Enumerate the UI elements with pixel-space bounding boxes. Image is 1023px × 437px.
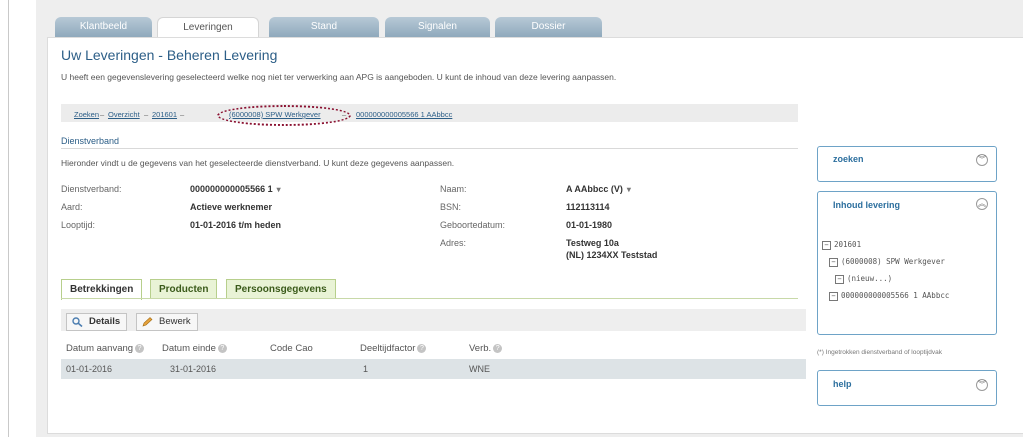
tab-dossier[interactable]: Dossier (495, 17, 602, 37)
column-header-label: Datum aanvang (66, 343, 134, 354)
expand-icon[interactable]: ︾ (976, 379, 988, 391)
section-description: Hieronder vindt u de gegevens van het ge… (61, 158, 455, 168)
section-divider (61, 148, 798, 149)
collapse-node-icon[interactable]: − (829, 291, 838, 301)
column-header-verb[interactable]: Verb.? (469, 343, 503, 354)
expand-icon[interactable]: ︾ (976, 154, 988, 166)
help-panel-title[interactable]: help (833, 379, 852, 389)
tab-betrekkingen[interactable]: Betrekkingen (61, 279, 143, 300)
tree-item-werkgever[interactable]: − (6000008) SPW Werkgever (829, 257, 945, 267)
tree-item-201601[interactable]: −201601 (822, 240, 861, 250)
breadcrumb-overzicht[interactable]: Overzicht (108, 110, 140, 119)
aard-value: Actieve werknemer (190, 202, 273, 212)
bewerk-button[interactable]: Bewerk (136, 313, 198, 331)
naam-value[interactable]: A AAbbcc (V) ▾ (566, 184, 631, 194)
breadcrumb-201601[interactable]: 201601 (152, 110, 177, 119)
collapse-icon[interactable]: ︽ (976, 198, 988, 210)
bsn-value: 112113114 (566, 202, 610, 212)
details-button-label: Details (89, 316, 121, 327)
geboortedatum-label: Geboortedatum: (440, 220, 506, 230)
geboortedatum-value: 01-01-1980 (566, 220, 613, 230)
section-title: Dienstverband (61, 136, 120, 146)
highlight-oval (217, 105, 351, 126)
naam-label: Naam: (440, 184, 467, 194)
dienstverband-label: Dienstverband: (61, 184, 122, 194)
tab-producten[interactable]: Producten (150, 279, 218, 299)
inhoud-levering-title[interactable]: Inhoud levering (833, 200, 900, 210)
adres-label: Adres: (440, 238, 467, 248)
breadcrumb-dienstverband[interactable]: 000000000005566 1 AAbbcc (356, 110, 452, 119)
column-header-label: Verb. (469, 343, 492, 354)
chevron-down-icon[interactable]: ▾ (277, 185, 281, 194)
bsn-label: BSN: (440, 202, 462, 212)
looptijd-value: 01-01-2016 t/m heden (190, 220, 282, 230)
tree-item-dienstverband[interactable]: −000000000005566 1 AAbbcc (829, 291, 949, 301)
dienstverband-value[interactable]: 000000000005566 1 ▾ (190, 184, 281, 194)
cell-datum-einde: 31-01-2016 (170, 364, 217, 374)
column-header-code-cao[interactable]: Code Cao (270, 343, 313, 354)
magnifier-icon (72, 317, 83, 327)
breadcrumb-zoeken[interactable]: Zoeken (74, 110, 99, 119)
column-header-label: Datum einde (162, 343, 216, 354)
tree-item-label: (nieuw...) (847, 274, 893, 283)
column-header-deeltijdfactor[interactable]: Deeltijdfactor? (360, 343, 427, 354)
adres-line1: Testweg 10a (566, 238, 619, 248)
tab-stand[interactable]: Stand (269, 17, 379, 37)
details-button[interactable]: Details (66, 313, 128, 331)
breadcrumb-separator: – (180, 110, 185, 119)
tab-persoonsgegevens[interactable]: Persoonsgegevens (226, 279, 336, 299)
collapse-node-icon[interactable]: − (822, 240, 831, 250)
pencil-icon (142, 317, 153, 327)
column-header-label: Deeltijdfactor (360, 343, 416, 354)
column-header-datum-aanvang[interactable]: Datum aanvang? (66, 343, 145, 354)
page-title: Uw Leveringen - Beheren Levering (61, 47, 278, 63)
help-icon[interactable]: ? (493, 343, 503, 353)
page-left-border (8, 0, 9, 437)
collapse-node-icon[interactable]: − (835, 274, 844, 284)
detail-tabs-divider (61, 298, 798, 299)
aard-label: Aard: (61, 202, 83, 212)
help-icon[interactable]: ? (135, 343, 145, 353)
zoeken-panel-title[interactable]: zoeken (833, 154, 864, 164)
looptijd-label: Looptijd: (61, 220, 96, 230)
breadcrumb-separator: – (100, 110, 105, 119)
help-icon[interactable]: ? (217, 343, 227, 353)
tree-item-label: 000000000005566 1 AAbbcc (841, 291, 950, 300)
cell-verb: WNE (469, 364, 490, 374)
chevron-down-icon[interactable]: ▾ (627, 185, 631, 194)
page-intro: U heeft een gegevenslevering geselecteer… (61, 72, 617, 82)
tab-klantbeeld[interactable]: Klantbeeld (55, 17, 152, 37)
adres-line2: (NL) 1234XX Teststad (566, 250, 658, 260)
naam-value-text: A AAbbcc (V) (566, 184, 623, 194)
tab-leveringen[interactable]: Leveringen (157, 17, 259, 39)
collapse-node-icon[interactable]: − (829, 257, 838, 267)
tree-item-label: 201601 (834, 240, 862, 249)
dienstverband-value-text: 000000000005566 1 (190, 184, 273, 194)
cell-datum-aanvang: 01-01-2016 (66, 364, 113, 374)
breadcrumb-separator: – (144, 110, 149, 119)
legend-note: (*) Ingetrokken dienstverband of looptij… (817, 349, 943, 356)
tree-item-label: (6000008) SPW Werkgever (841, 257, 945, 266)
zoeken-panel[interactable] (817, 146, 997, 182)
tree-item-nieuw[interactable]: − (nieuw...) (835, 274, 892, 284)
bewerk-button-label: Bewerk (159, 316, 191, 327)
help-icon[interactable]: ? (417, 343, 427, 353)
cell-deeltijdfactor: 1 (363, 364, 369, 374)
column-header-datum-einde[interactable]: Datum einde? (162, 343, 227, 354)
tab-signalen[interactable]: Signalen (385, 17, 490, 37)
